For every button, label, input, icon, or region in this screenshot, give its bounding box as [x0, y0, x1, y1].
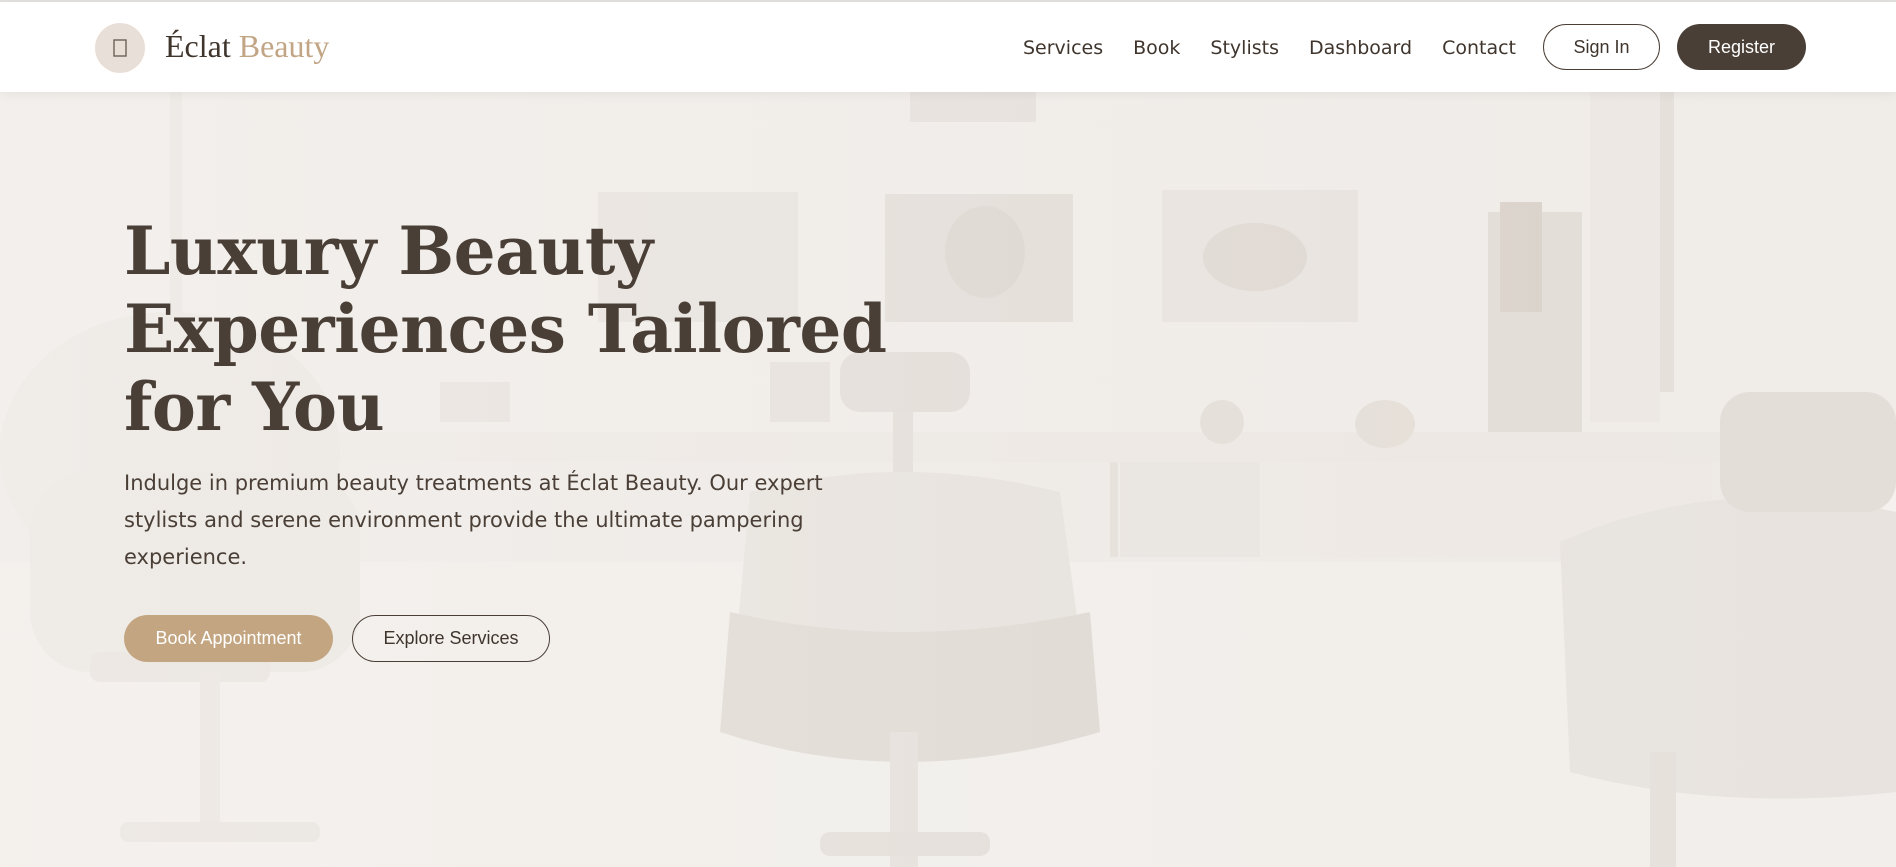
nav-item-dashboard[interactable]: Dashboard: [1309, 35, 1412, 61]
nav-item-services[interactable]: Services: [1023, 35, 1103, 61]
brand-name-accent: Beauty: [238, 28, 330, 64]
book-appointment-button[interactable]: Book Appointment: [124, 615, 333, 662]
nav-item-stylists[interactable]: Stylists: [1210, 35, 1279, 61]
brand-logo[interactable]: Éclat Beauty: [165, 26, 329, 66]
hero-section: Luxury Beauty Experiences Tailored for Y…: [0, 92, 1896, 867]
nav-item-book[interactable]: Book: [1133, 35, 1180, 61]
sign-in-button[interactable]: Sign In: [1543, 24, 1660, 70]
hero-subtitle: Indulge in premium beauty treatments at …: [124, 471, 823, 569]
hero-title: Luxury Beauty Experiences Tailored for Y…: [124, 212, 887, 446]
explore-services-button[interactable]: Explore Services: [352, 615, 550, 662]
spa-icon: [113, 39, 127, 57]
register-button[interactable]: Register: [1677, 24, 1806, 70]
site-header: Éclat Beauty Services Book Stylists Dashb…: [0, 2, 1896, 92]
main-nav: Services Book Stylists Dashboard Contact: [1023, 35, 1516, 61]
brand-name-primary: Éclat: [165, 28, 231, 64]
logo-badge[interactable]: [95, 23, 145, 73]
nav-item-contact[interactable]: Contact: [1442, 35, 1516, 61]
